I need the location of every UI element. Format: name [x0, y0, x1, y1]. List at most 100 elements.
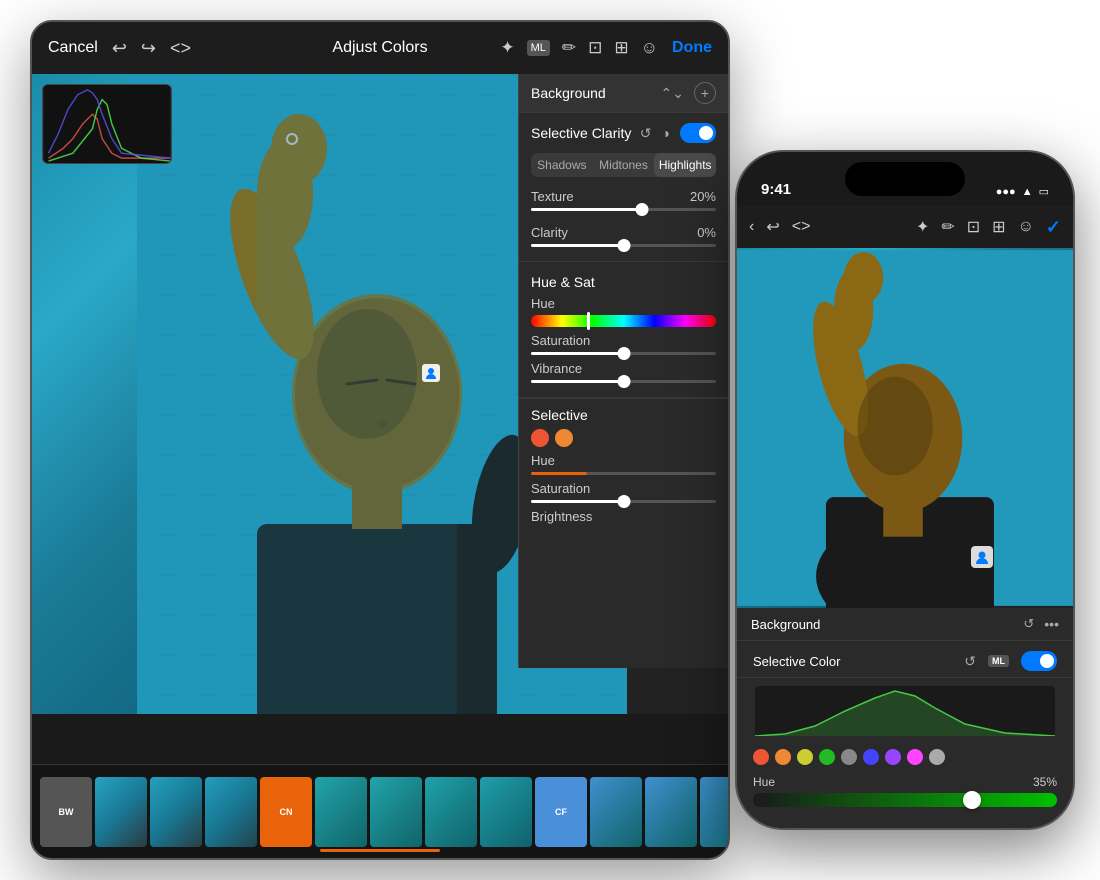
- phone-swatch-purple[interactable]: [885, 749, 901, 765]
- phone-swatch-red[interactable]: [753, 749, 769, 765]
- topbar-left: Cancel ↩ ↪ <>: [48, 38, 191, 59]
- phone-reset-icon[interactable]: ↺: [1023, 616, 1034, 632]
- phone-swatch-neutral[interactable]: [929, 749, 945, 765]
- phone-swatch-blue[interactable]: [863, 749, 879, 765]
- selective-clarity-controls: ↺ ◑: [640, 123, 716, 143]
- tool-icons: ✦ ML ✏ ⊡ ⊞ ☺: [500, 38, 658, 58]
- code-icon[interactable]: <>: [170, 38, 191, 59]
- phone-back-icon[interactable]: ‹: [749, 218, 754, 236]
- film-thumb-2[interactable]: [150, 777, 202, 847]
- emoji-icon[interactable]: ☺: [641, 38, 658, 58]
- swatch-red[interactable]: [531, 429, 549, 447]
- phone-undo-small-icon[interactable]: ↺: [964, 653, 976, 670]
- phone-hue-label-row: Hue 35%: [753, 775, 1057, 789]
- wand-icon[interactable]: ✦: [500, 38, 514, 58]
- phone-histogram-container: [737, 678, 1073, 745]
- film-thumb-9[interactable]: [645, 777, 697, 847]
- saturation-fill: [531, 352, 624, 355]
- phone-hue-thumb[interactable]: [963, 791, 981, 809]
- reset-icon[interactable]: ↺: [640, 125, 652, 142]
- phone-hue-slider[interactable]: [753, 793, 1057, 807]
- phone-hue-section: Hue 35%: [737, 769, 1073, 813]
- person-marker: [422, 364, 440, 382]
- clarity-thumb[interactable]: [617, 239, 630, 252]
- sel-hue-label-row: Hue: [531, 453, 716, 468]
- sel-sat-slider[interactable]: [531, 500, 716, 503]
- background-chevron-icon[interactable]: ⌃⌄: [661, 85, 684, 102]
- phone-toolbar: ‹ ↩ <> ✦ ✏ ⊡ ⊞ ☺ ✓: [737, 206, 1073, 248]
- film-thumb-1[interactable]: [95, 777, 147, 847]
- ml-icon[interactable]: ML: [527, 40, 550, 56]
- selective-clarity-toggle[interactable]: [680, 123, 716, 143]
- phone-code-icon[interactable]: <>: [792, 218, 811, 236]
- status-time: 9:41: [761, 181, 791, 198]
- film-thumb-7[interactable]: [480, 777, 532, 847]
- saturation-slider[interactable]: [531, 352, 716, 355]
- film-thumb-6[interactable]: [425, 777, 477, 847]
- battery-icon: ▭: [1039, 185, 1049, 198]
- saturation-label-row: Saturation: [531, 333, 716, 348]
- phone-swatch-gray[interactable]: [841, 749, 857, 765]
- cancel-button[interactable]: Cancel: [48, 39, 98, 57]
- selective-clarity-title: Selective Clarity: [531, 125, 631, 141]
- tablet-device: Cancel ↩ ↪ <> Adjust Colors ✦ ML ✏ ⊡ ⊞ ☺: [30, 20, 730, 860]
- phone-crop-icon[interactable]: ⊡: [967, 217, 980, 237]
- texture-fill: [531, 208, 642, 211]
- hue-thumb[interactable]: [587, 312, 590, 330]
- background-selector: Background ⌃⌄ +: [519, 74, 728, 113]
- segment-midtones[interactable]: Midtones: [593, 153, 655, 177]
- signal-icon: ●●●: [996, 186, 1016, 198]
- film-thumb-10[interactable]: [700, 777, 728, 847]
- film-thumb-8[interactable]: [590, 777, 642, 847]
- tablet-topbar: Cancel ↩ ↪ <> Adjust Colors ✦ ML ✏ ⊡ ⊞ ☺: [32, 22, 728, 74]
- film-thumb-4[interactable]: [315, 777, 367, 847]
- saturation-thumb[interactable]: [617, 347, 630, 360]
- film-thumb-3[interactable]: [205, 777, 257, 847]
- filter-cn-label: CN: [280, 807, 293, 817]
- phone-swatch-yellow[interactable]: [797, 749, 813, 765]
- redo-icon[interactable]: ↪: [141, 38, 156, 59]
- hue-slider[interactable]: [531, 315, 716, 327]
- phone-swatch-green[interactable]: [819, 749, 835, 765]
- histogram-graph: [43, 85, 171, 163]
- add-button[interactable]: +: [694, 82, 716, 104]
- grid-icon[interactable]: ⊞: [614, 38, 628, 58]
- segment-highlights[interactable]: Highlights: [654, 153, 716, 177]
- swatch-orange[interactable]: [555, 429, 573, 447]
- filter-cn[interactable]: CN: [260, 777, 312, 847]
- phone-selective-color-header: Selective Color ↺ ML: [737, 641, 1073, 678]
- filter-bw[interactable]: BW: [40, 777, 92, 847]
- phone-done-icon[interactable]: ✓: [1046, 217, 1061, 238]
- vibrance-thumb[interactable]: [617, 375, 630, 388]
- saturation-label: Saturation: [531, 333, 590, 348]
- undo-icon[interactable]: ↩: [112, 38, 127, 59]
- status-icons: ●●● ▲ ▭: [996, 185, 1049, 198]
- filter-cf[interactable]: CF: [535, 777, 587, 847]
- phone-more-icon[interactable]: •••: [1044, 616, 1059, 632]
- moon-icon[interactable]: ◑: [662, 125, 670, 141]
- phone-wand-icon[interactable]: ✦: [916, 217, 929, 237]
- phone-grid-icon[interactable]: ⊞: [992, 217, 1005, 237]
- done-button[interactable]: Done: [672, 39, 712, 57]
- filter-bw-label: BW: [59, 807, 74, 817]
- phone-undo-icon[interactable]: ↩: [766, 217, 779, 237]
- phone-ml-badge[interactable]: ML: [988, 655, 1009, 667]
- crop-icon[interactable]: ⊡: [588, 38, 602, 58]
- pencil-icon[interactable]: ✏: [562, 38, 576, 58]
- texture-slider[interactable]: [531, 208, 716, 211]
- phone-swatch-orange[interactable]: [775, 749, 791, 765]
- phone-swatch-pink[interactable]: [907, 749, 923, 765]
- vibrance-slider[interactable]: [531, 380, 716, 383]
- segment-shadows[interactable]: Shadows: [531, 153, 593, 177]
- sel-sat-thumb[interactable]: [617, 495, 630, 508]
- phone-selective-toggle[interactable]: [1021, 651, 1057, 671]
- clarity-slider[interactable]: [531, 244, 716, 247]
- phone-emoji-icon[interactable]: ☺: [1018, 218, 1034, 236]
- film-thumb-5[interactable]: [370, 777, 422, 847]
- phone-background-row: Background ↺ •••: [737, 608, 1073, 641]
- divider-1: [519, 261, 728, 262]
- texture-thumb[interactable]: [636, 203, 649, 216]
- selective-hue-slider[interactable]: [531, 472, 716, 475]
- sel-hue-label: Hue: [531, 453, 555, 468]
- phone-pencil-icon[interactable]: ✏: [941, 217, 954, 237]
